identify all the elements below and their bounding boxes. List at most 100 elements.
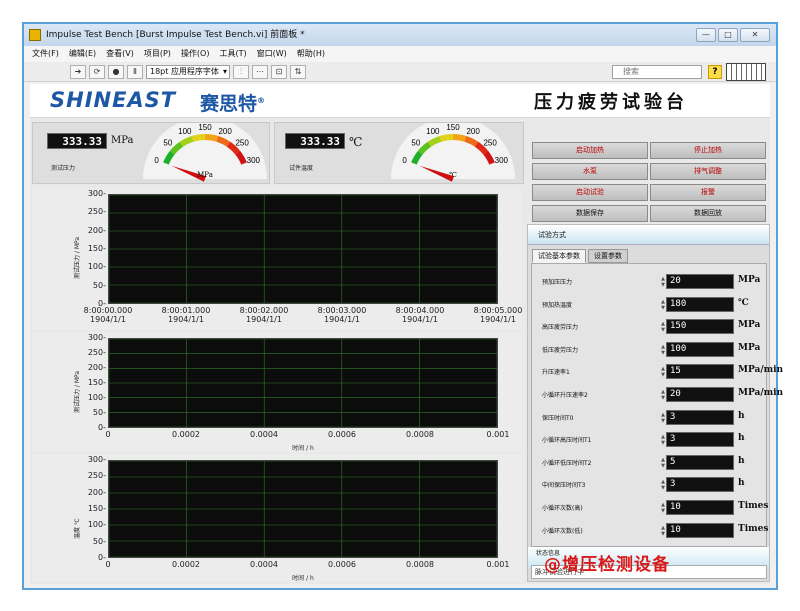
y-tick-label: 100- — [87, 262, 106, 272]
param-unit: h — [738, 410, 745, 421]
menu-view[interactable]: 查看(V) — [106, 46, 134, 62]
tab-basic-params[interactable]: 试验基本参数 — [532, 249, 586, 263]
param-value-input[interactable]: 10 — [666, 500, 734, 515]
y-tick-label: 100- — [87, 393, 106, 402]
maximize-button[interactable]: □ — [718, 28, 738, 42]
exhaust-adjust-button[interactable]: 排气调整 — [650, 163, 766, 180]
dial-tick-label: 150 — [446, 123, 460, 132]
x-tick-label: 0.0004 — [250, 560, 278, 569]
param-value-input[interactable]: 3 — [666, 432, 734, 448]
x-tick-label: 8:00:03.000 1904/1/1 — [317, 306, 367, 324]
header-banner: SHINEAST 赛思特® 压力疲劳试验台 — [30, 84, 770, 118]
param-value-input[interactable]: 20 — [666, 274, 734, 289]
menu-tools[interactable]: 工具(T) — [219, 46, 246, 62]
minimize-button[interactable]: — — [696, 28, 716, 42]
abort-icon[interactable]: ● — [108, 64, 124, 79]
dial-tick-label: 150 — [198, 123, 212, 132]
connector-pane-icon[interactable] — [726, 63, 766, 81]
help-icon[interactable]: ? — [708, 65, 722, 79]
y-tick-label: 300- — [87, 333, 106, 342]
pressure-hours-chart: 300- 250- 200- 150- 100- 50- 0- 0 0.0002 0.0004 0.… — [32, 332, 522, 452]
param-row: 保压时间T0 ▲ ▼ 3 h — [532, 408, 766, 428]
start-test-button[interactable]: 启动试验 — [532, 184, 648, 201]
param-unit: h — [738, 455, 745, 466]
start-heating-button[interactable]: 启动加热 — [532, 142, 648, 159]
tab-setting-params[interactable]: 设置参数 — [588, 249, 628, 263]
x-tick-label: 0 — [105, 560, 111, 569]
toolbar: ➔ ⟳ ● Ⅱ 18pt 应用程序字体 ⫶ ⋯ ⊡ ⇅ 搜索 ? — [24, 62, 776, 82]
x-tick-label: 0.001 — [486, 430, 510, 439]
x-tick-label: 0.0002 — [172, 430, 200, 439]
menu-operate[interactable]: 操作(O) — [181, 46, 210, 62]
param-value-input[interactable]: 3 — [666, 409, 734, 425]
playback-data-button[interactable]: 数据回放 — [650, 205, 766, 222]
x-tick-label: 0.0006 — [328, 430, 356, 439]
plot-area[interactable] — [108, 338, 499, 429]
stop-heating-button[interactable]: 停止加热 — [650, 142, 766, 159]
param-unit: Times — [738, 523, 769, 534]
menu-project[interactable]: 项目(P) — [144, 46, 171, 62]
param-label: 保压时间T0 — [542, 414, 574, 422]
close-button[interactable]: ✕ — [740, 28, 770, 42]
param-label: 预加热温度 — [542, 301, 573, 309]
param-row: 预加压压力 ▲ ▼ 20 MPa — [532, 272, 766, 292]
pressure-caption: 测试压力 — [51, 165, 76, 172]
param-value-input[interactable]: 100 — [666, 341, 734, 357]
param-value-input[interactable]: 3 — [666, 477, 734, 493]
font-select[interactable]: 18pt 应用程序字体 — [146, 64, 230, 79]
param-label: 升压速率1 — [542, 369, 570, 377]
y-axis-label: 测试压力 / MPa — [74, 370, 81, 413]
param-row: 升压速率1 ▲ ▼ 15 MPa/min — [532, 362, 783, 382]
param-unit: ℃ — [738, 297, 749, 308]
param-value-input[interactable]: 180 — [666, 296, 734, 312]
alarm-button[interactable]: 报警 — [650, 184, 766, 201]
resize-objects-icon[interactable]: ⊡ — [271, 64, 287, 79]
param-value-input[interactable]: 10 — [666, 522, 734, 538]
plot-grid — [108, 460, 499, 559]
param-value-input[interactable]: 5 — [666, 454, 734, 470]
y-axis-label: 温度 ℃ — [74, 518, 81, 539]
param-label: 小循环次数(高) — [542, 505, 583, 512]
temperature-unit: ℃ — [349, 135, 363, 149]
menu-edit[interactable]: 编辑(E) — [69, 46, 96, 62]
param-row: 预加热温度 ▲ ▼ 180 ℃ — [532, 295, 766, 315]
menu-help[interactable]: 帮助(H) — [297, 46, 325, 62]
x-tick-label: 0.0006 — [328, 560, 356, 569]
y-tick-label: 200- — [87, 487, 106, 497]
x-tick-label: 8:00:04.000 1904/1/1 — [395, 306, 445, 324]
param-unit: Times — [738, 501, 769, 511]
save-data-button[interactable]: 数据保存 — [532, 205, 648, 222]
page-title: 压力疲劳试验台 — [534, 92, 688, 113]
distribute-objects-icon[interactable]: ⋯ — [252, 64, 268, 79]
param-label: 低压疲劳压力 — [542, 346, 579, 354]
align-objects-icon[interactable]: ⫶ — [233, 64, 249, 79]
reorder-icon[interactable]: ⇅ — [290, 64, 306, 79]
dial-tick-label: 250 — [483, 139, 497, 148]
param-row: 小循环低压时间T2 ▲ ▼ 5 h — [532, 453, 766, 473]
param-label: 小循环低压时间T2 — [542, 459, 592, 467]
water-pump-button[interactable]: 水泵 — [532, 163, 648, 180]
plot-area[interactable] — [108, 194, 499, 305]
param-label: 预加压压力 — [542, 279, 573, 286]
x-tick-label: 8:00:00.000 1904/1/1 — [83, 306, 133, 324]
param-value-input[interactable]: 150 — [666, 319, 734, 335]
run-continuous-icon[interactable]: ⟳ — [89, 64, 105, 79]
param-value-input[interactable]: 20 — [666, 387, 734, 402]
menu-file[interactable]: 文件(F) — [32, 46, 59, 62]
param-value-input[interactable]: 15 — [666, 364, 734, 380]
param-row: 中间保压时间T3 ▲ ▼ 3 h — [532, 475, 766, 495]
dial-tick-label: 0 — [154, 156, 159, 165]
y-axis-label: 测试压力 / MPa — [74, 236, 81, 279]
param-unit: MPa — [738, 275, 761, 285]
search-input[interactable]: 搜索 — [612, 65, 702, 79]
parameter-panel: 试验方式 试验基本参数 设置参数 预加压压力 ▲ ▼ 20 MPa 预加热温度 ▲ ▼ 180 ℃… — [527, 224, 783, 582]
run-arrow-icon[interactable]: ➔ — [70, 64, 86, 79]
dial-tick-label: 50 — [163, 139, 172, 148]
front-panel: SHINEAST 赛思特® 压力疲劳试验台 333.33 MPa 测试压力 05… — [30, 84, 783, 584]
title-bar: Impulse Test Bench [Burst Impulse Test B… — [24, 24, 776, 46]
plot-area[interactable] — [108, 460, 499, 559]
basic-params-page: 预加压压力 ▲ ▼ 20 MPa 预加热温度 ▲ ▼ 180 ℃ 高压疲劳压力 ▲ ▼ 150 MPa 低压疲… — [531, 263, 783, 547]
pause-icon[interactable]: Ⅱ — [127, 64, 143, 79]
plot-grid — [108, 194, 499, 305]
menu-window[interactable]: 窗口(W) — [257, 46, 287, 62]
